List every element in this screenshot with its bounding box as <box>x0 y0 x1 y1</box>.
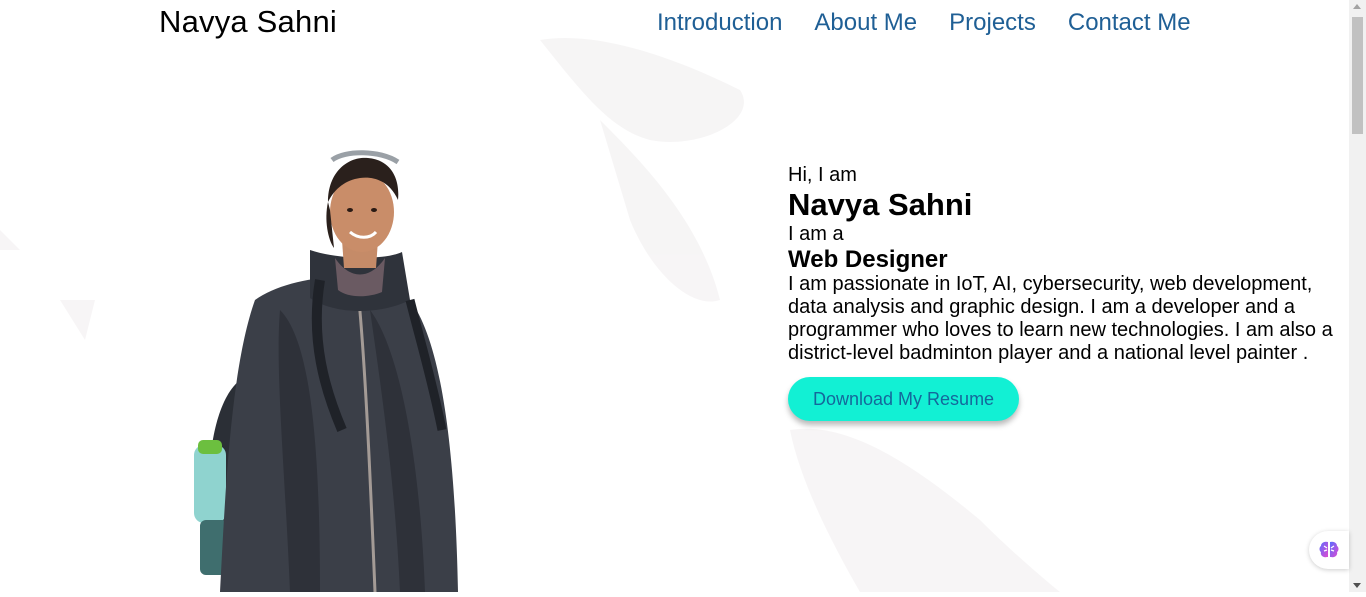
brain-icon <box>1319 541 1339 558</box>
greeting-text: Hi, I am <box>788 164 857 186</box>
bio-paragraph: I am passionate in IoT, AI, cybersecurit… <box>788 273 1333 364</box>
profile-photo <box>170 140 470 593</box>
floating-assistant-button[interactable] <box>1309 531 1349 569</box>
i-am-text: I am a <box>788 223 844 245</box>
nav-introduction[interactable]: Introduction <box>657 9 782 37</box>
vertical-scrollbar[interactable] <box>1349 0 1366 592</box>
nav-about-me[interactable]: About Me <box>814 9 917 37</box>
main-nav: Introduction About Me Projects Contact M… <box>657 9 1191 37</box>
scroll-thumb[interactable] <box>1352 17 1363 134</box>
download-resume-button[interactable]: Download My Resume <box>788 377 1020 421</box>
role-title: Web Designer <box>788 246 948 273</box>
scroll-down-arrow-icon[interactable] <box>1353 583 1361 588</box>
scroll-up-arrow-icon[interactable] <box>1353 4 1361 9</box>
hero-section: Hi, I am Navya Sahni I am a Web Designer… <box>788 163 1348 421</box>
nav-contact-me[interactable]: Contact Me <box>1068 9 1191 37</box>
nav-projects[interactable]: Projects <box>949 9 1036 37</box>
hero-name: Navya Sahni <box>788 187 973 222</box>
brand-name[interactable]: Navya Sahni <box>159 4 337 40</box>
